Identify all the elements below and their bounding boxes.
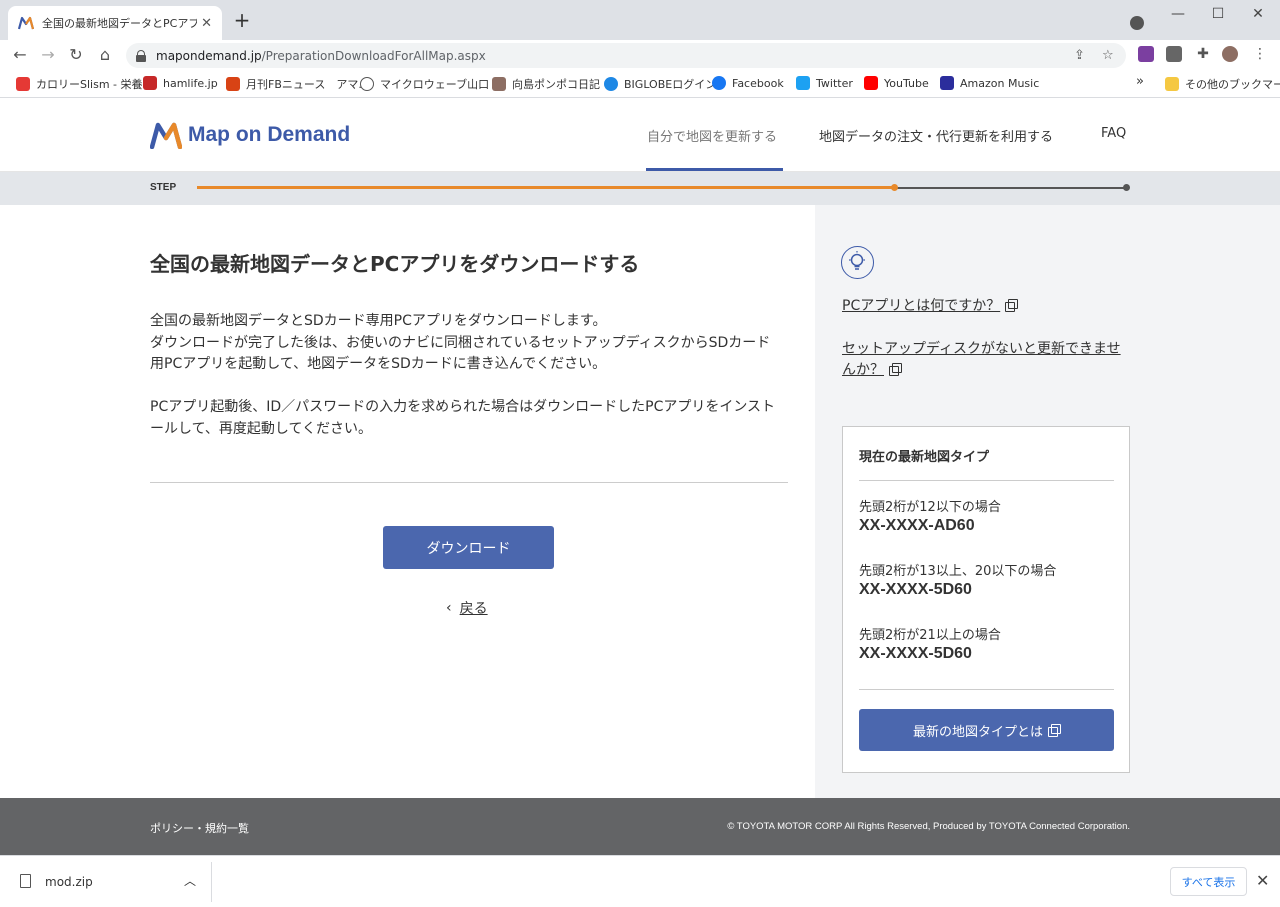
facebook-icon — [712, 76, 726, 90]
description-paragraph: 全国の最新地図データとSDカード専用PCアプリをダウンロードします。 ダウンロー… — [150, 313, 771, 372]
url-path: /PreparationDownloadForAllMap.aspx — [261, 48, 486, 63]
back-arrow-icon[interactable]: ← — [9, 44, 31, 66]
map-type-code: XX-XXXX-5D60 — [859, 645, 972, 662]
external-window-icon — [889, 363, 902, 376]
browser-titlebar: 全国の最新地図データとPCアプリを ✕ + — ☐ ✕ — [0, 0, 1280, 40]
bookmarks-overflow-icon[interactable]: » — [1136, 74, 1144, 89]
bookmark-item[interactable]: カロリーSlism - 栄養... — [16, 76, 153, 92]
bookmarks-bar: カロリーSlism - 栄養... hamlife.jp 月刊FBニュース アマ… — [0, 70, 1280, 98]
map-type-code: XX-XXXX-5D60 — [859, 581, 972, 598]
step-label: STEP — [150, 182, 177, 193]
step-end-dot — [1123, 184, 1130, 191]
amazon-music-icon — [940, 76, 954, 90]
bookmark-item[interactable]: BIGLOBEログイン — [604, 76, 716, 92]
show-all-button[interactable]: すべて表示 — [1170, 867, 1247, 896]
shelf-divider — [211, 862, 212, 902]
map-type-code: XX-XXXX-AD60 — [859, 517, 975, 534]
slism-icon — [16, 77, 30, 91]
nav-self-update[interactable]: 自分で地図を更新する — [647, 126, 777, 145]
step-current-dot — [891, 184, 898, 191]
bookmark-item[interactable]: hamlife.jp — [143, 76, 218, 90]
nav-faq[interactable]: FAQ — [1101, 126, 1126, 141]
card-divider — [859, 480, 1114, 481]
pc-app-faq-link[interactable]: PCアプリとは何ですか？ — [842, 296, 1019, 317]
site-header: Map on Demand 自分で地図を更新する 地図データの注文・代行更新を利… — [0, 99, 1280, 172]
new-tab-icon[interactable]: + — [232, 10, 252, 30]
fb-news-icon — [226, 77, 240, 91]
microwave-icon — [360, 77, 374, 91]
chevron-up-icon[interactable]: ︿ — [184, 872, 196, 889]
card-title: 現在の最新地図タイプ — [859, 450, 990, 465]
content-divider — [150, 482, 788, 483]
youtube-icon — [864, 76, 878, 90]
note-paragraph: PCアプリ起動後、ID／パスワードの入力を求められた場合はダウンロードしたPCア… — [150, 399, 776, 437]
puzzle-icon[interactable]: ✚ — [1195, 46, 1211, 62]
maximize-icon[interactable]: ☐ — [1208, 6, 1228, 22]
external-window-icon — [1005, 299, 1019, 312]
card-divider — [859, 689, 1114, 690]
chevron-left-icon: ‹ — [446, 600, 452, 616]
bookmark-item[interactable]: Twitter — [796, 76, 853, 90]
forward-arrow-icon[interactable]: → — [37, 44, 59, 66]
download-button[interactable]: ダウンロード — [383, 526, 554, 569]
browser-toolbar: ← → ↻ ⌂ mapondemand.jp/PreparationDownlo… — [0, 40, 1280, 70]
pompoko-icon — [492, 77, 506, 91]
address-bar[interactable]: mapondemand.jp/PreparationDownloadForAll… — [126, 43, 1126, 68]
map-type-condition: 先頭2桁が12以下の場合 — [859, 500, 1001, 515]
bookmark-star-icon[interactable]: ☆ — [1102, 48, 1114, 63]
close-icon[interactable]: ✕ — [1256, 871, 1269, 890]
bookmark-item[interactable]: Amazon Music — [940, 76, 1039, 90]
logo-text: Map on Demand — [188, 123, 351, 146]
onenote-extension-icon[interactable] — [1138, 46, 1154, 62]
avatar[interactable] — [1222, 46, 1238, 62]
download-file-name[interactable]: mod.zip — [45, 875, 93, 889]
folder-icon — [1165, 77, 1179, 91]
bookmark-item[interactable]: 月刊FBニュース アマ... — [226, 76, 369, 92]
home-icon[interactable]: ⌂ — [94, 44, 116, 66]
lightbulb-icon — [841, 246, 874, 279]
main-content — [0, 205, 815, 798]
reload-icon[interactable]: ↻ — [65, 44, 87, 66]
bookmark-item[interactable]: マイクロウェーブ山口 -... — [360, 76, 507, 92]
biglobe-icon — [604, 77, 618, 91]
browser-tab[interactable]: 全国の最新地図データとPCアプリを ✕ — [8, 6, 222, 40]
external-window-icon — [1048, 724, 1061, 737]
extension-icon[interactable] — [1166, 46, 1182, 62]
setup-disc-faq-link[interactable]: セットアップディスクがないと更新できませ んか？ — [842, 339, 1121, 381]
share-icon[interactable]: ⇪ — [1074, 48, 1085, 63]
map-type-condition: 先頭2桁が21以上の場合 — [859, 628, 1001, 643]
window-close-icon[interactable]: ✕ — [1248, 6, 1268, 22]
mod-logo-icon — [150, 122, 182, 149]
tab-close-icon[interactable]: ✕ — [201, 16, 212, 31]
policy-link[interactable]: ポリシー・規約一覧 — [150, 820, 249, 836]
back-label: 戻る — [459, 601, 488, 617]
map-type-condition: 先頭2桁が13以上、20以下の場合 — [859, 564, 1057, 579]
bookmark-item[interactable]: 向島ポンポコ日記 — [492, 76, 600, 92]
minimize-icon[interactable]: — — [1168, 6, 1188, 22]
profile-menu-icon[interactable] — [1130, 16, 1144, 30]
tab-title: 全国の最新地図データとPCアプリを — [42, 17, 198, 30]
latest-map-type-card: 現在の最新地図タイプ 先頭2桁が12以下の場合 XX-XXXX-AD60 先頭2… — [842, 426, 1130, 773]
hamlife-icon — [143, 76, 157, 90]
twitter-icon — [796, 76, 810, 90]
step-progress-fill — [197, 186, 895, 189]
url-host: mapondemand.jp — [156, 48, 262, 63]
file-icon — [20, 874, 31, 888]
lock-icon[interactable] — [136, 49, 146, 62]
mod-favicon-icon — [18, 16, 34, 30]
bookmark-folder-other[interactable]: その他のブックマーク — [1165, 76, 1280, 92]
nav-active-indicator — [646, 168, 783, 171]
latest-map-type-button[interactable]: 最新の地図タイプとは — [859, 709, 1114, 751]
site-logo[interactable]: Map on Demand — [150, 121, 350, 149]
download-shelf: mod.zip ︿ すべて表示 ✕ — [0, 855, 1280, 907]
page-title: 全国の最新地図データとPCアプリをダウンロードする — [150, 252, 640, 276]
bookmark-item[interactable]: YouTube — [864, 76, 929, 90]
nav-order-service[interactable]: 地図データの注文・代行更新を利用する — [819, 126, 1053, 145]
kebab-menu-icon[interactable]: ⋮ — [1252, 46, 1268, 62]
back-link[interactable]: ‹ 戻る — [446, 598, 488, 618]
bookmark-item[interactable]: Facebook — [712, 76, 784, 90]
site-footer: ポリシー・規約一覧 © TOYOTA MOTOR CORP All Rights… — [0, 798, 1280, 855]
copyright-text: © TOYOTA MOTOR CORP All Rights Reserved,… — [727, 821, 1130, 832]
